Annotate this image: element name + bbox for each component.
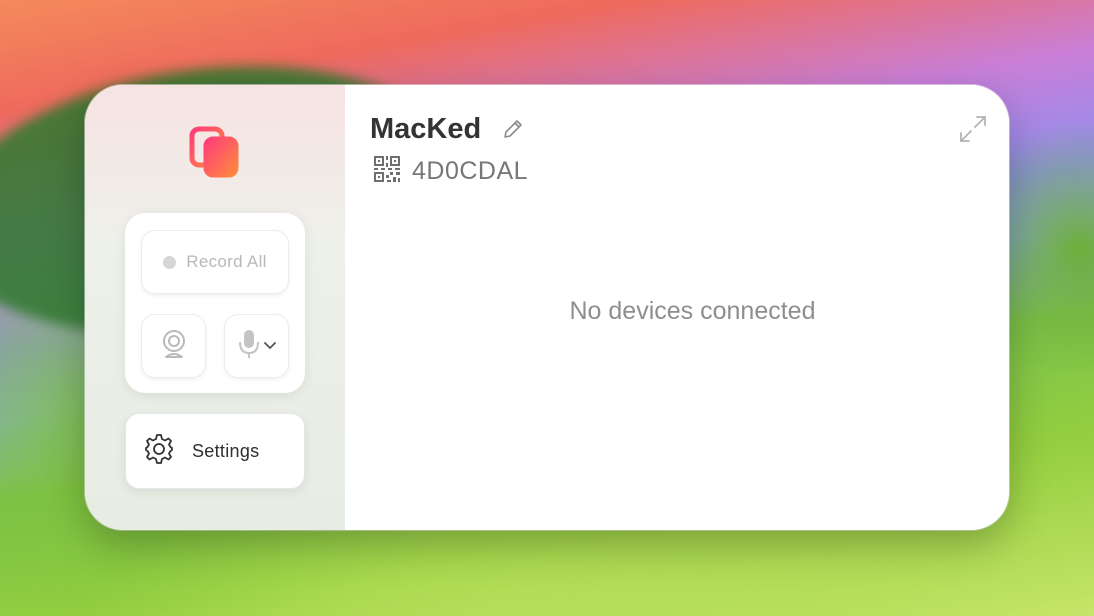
- sidebar: Record All Settings: [85, 85, 345, 530]
- device-code: 4D0CDAL: [412, 157, 529, 185]
- microphone-select-button[interactable]: [224, 314, 289, 378]
- expand-icon[interactable]: [957, 113, 989, 145]
- gear-icon: [144, 433, 174, 469]
- device-name: MacKed: [370, 113, 482, 145]
- chevron-down-icon: [263, 337, 276, 355]
- pencil-icon[interactable]: [501, 117, 525, 141]
- stacked-screens-logo-icon: [189, 125, 241, 181]
- record-indicator-icon: [163, 255, 177, 269]
- microphone-icon: [238, 328, 260, 365]
- camera-toggle-button[interactable]: [141, 314, 206, 378]
- empty-state-message: No devices connected: [569, 297, 816, 325]
- record-all-label: Record All: [186, 252, 267, 271]
- settings-button[interactable]: Settings: [125, 413, 305, 489]
- app-window: Record All Settings MacKed 4D0CDAL No de…: [85, 85, 1009, 530]
- settings-label: Settings: [192, 440, 260, 461]
- qr-code-icon: [373, 155, 401, 183]
- recording-controls-card: Record All: [125, 213, 305, 393]
- webcam-icon: [160, 329, 188, 364]
- main-panel: MacKed 4D0CDAL No devices connected: [345, 85, 1009, 530]
- record-all-button[interactable]: Record All: [141, 230, 289, 294]
